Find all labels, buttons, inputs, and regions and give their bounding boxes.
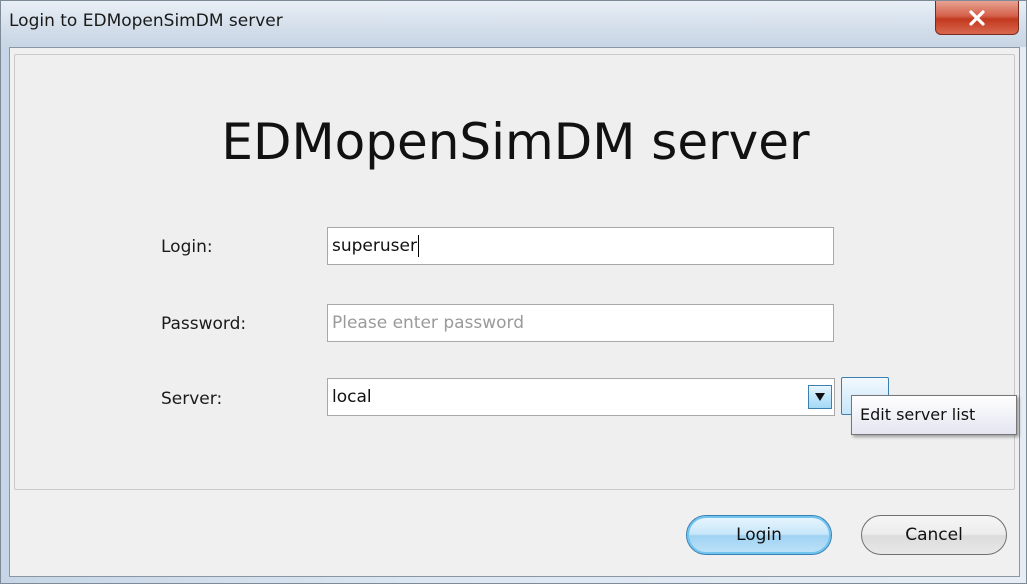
login-input-value: superuser xyxy=(332,236,417,256)
server-select[interactable]: local xyxy=(327,378,835,416)
login-label: Login: xyxy=(161,237,213,257)
server-heading: EDMopenSimDM server xyxy=(221,113,810,171)
close-button[interactable] xyxy=(935,1,1019,35)
password-placeholder: Please enter password xyxy=(332,313,525,333)
password-label: Password: xyxy=(161,314,247,334)
cancel-button[interactable]: Cancel xyxy=(861,515,1007,555)
login-button[interactable]: Login xyxy=(686,515,832,555)
password-input[interactable]: Please enter password xyxy=(327,304,834,342)
chevron-down-icon xyxy=(815,393,825,401)
edit-server-list-tooltip: Edit server list xyxy=(851,395,1017,435)
login-dialog-window: Login to EDMopenSimDM server EDMopenSimD… xyxy=(0,0,1027,584)
server-dropdown-button[interactable] xyxy=(808,385,832,409)
dialog-client-area: EDMopenSimDM server Login: superuser Pas… xyxy=(9,47,1020,577)
login-input[interactable]: superuser xyxy=(327,227,834,265)
server-select-value: local xyxy=(332,387,372,407)
window-title: Login to EDMopenSimDM server xyxy=(9,11,283,31)
close-icon xyxy=(968,9,986,26)
server-label: Server: xyxy=(161,389,223,409)
title-bar[interactable]: Login to EDMopenSimDM server xyxy=(1,1,1026,47)
text-caret xyxy=(417,235,419,257)
